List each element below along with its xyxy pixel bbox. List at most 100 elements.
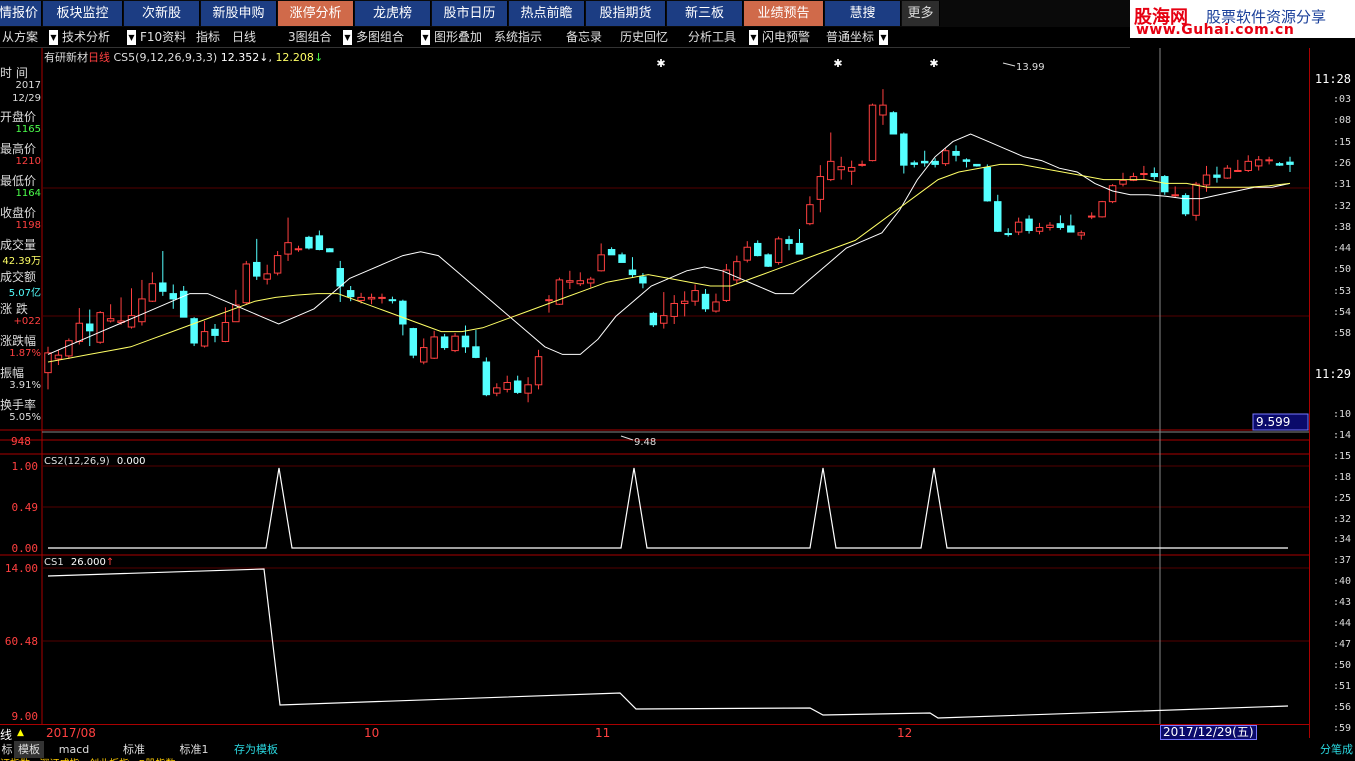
signal-star-3: ✱ — [929, 57, 938, 70]
top-tab-2[interactable]: 次新股 — [124, 1, 200, 26]
dropdown-arrow-icon[interactable]: ▼ — [879, 30, 888, 45]
candle-body — [159, 282, 167, 292]
candle-body — [847, 166, 856, 172]
candle-body — [983, 166, 992, 202]
candle-body — [639, 276, 647, 284]
toolbar-item-5[interactable]: 3图组合 ▼ — [286, 28, 352, 47]
candle-body — [691, 290, 699, 302]
top-tab-8[interactable]: 股指期货 — [586, 1, 666, 26]
top-tab-9[interactable]: 新三板 — [667, 1, 743, 26]
toolbar-item-0[interactable]: 从方案 ▼ — [0, 28, 58, 47]
right-axis-tick: :54 — [1332, 307, 1351, 318]
top-tab-5[interactable]: 龙虎榜 — [355, 1, 431, 26]
candle-body — [503, 382, 511, 390]
candle-body — [660, 315, 668, 324]
toolbar-item-10[interactable]: 历史回忆 — [618, 28, 684, 47]
right-axis-tick: :10 — [1332, 409, 1351, 420]
top-tab-7[interactable]: 热点前瞻 — [509, 1, 585, 26]
dropdown-arrow-icon[interactable]: ▼ — [343, 30, 352, 45]
candle-body — [774, 238, 783, 263]
candle-body — [722, 269, 731, 301]
candle-body — [169, 293, 177, 300]
toolbar-item-7[interactable]: 图形叠加 — [432, 28, 490, 47]
candle-body — [1161, 176, 1169, 193]
toolbar-item-6[interactable]: 多图组合 ▼ — [354, 28, 430, 47]
toolbar-item-label: 闪电预警 — [762, 30, 811, 44]
dropdown-arrow-icon[interactable]: ▼ — [127, 30, 136, 45]
candle-body — [346, 290, 355, 298]
toolbar-item-8[interactable]: 系统指示 — [492, 28, 562, 47]
signal-star-2: ✱ — [833, 57, 842, 70]
main-indicator-value1-arrow: ↓ — [259, 51, 269, 64]
candle-body — [326, 248, 334, 253]
candle-body — [200, 331, 209, 347]
right-axis-time-mid: 11:29 — [1314, 367, 1351, 381]
high-marker-line — [1002, 62, 1016, 67]
top-tab-0[interactable]: 情报价 — [0, 1, 42, 26]
dropdown-arrow-icon[interactable]: ▼ — [49, 30, 58, 45]
price-tag: 9.599 — [1256, 415, 1290, 429]
right-axis-tick: :43 — [1332, 597, 1351, 609]
top-tab-6[interactable]: 股市日历 — [432, 1, 508, 26]
candle-body — [920, 160, 929, 164]
top-tab-12[interactable]: 更多 — [902, 1, 940, 26]
candle-body — [305, 236, 313, 249]
top-tab-4[interactable]: 涨停分析 — [278, 1, 354, 26]
candle-body — [253, 261, 261, 277]
toolbar-item-11[interactable]: 分析工具 ▼ — [686, 28, 758, 47]
candle-body — [1213, 174, 1221, 178]
candle-body — [670, 302, 678, 317]
cs2-value: 0.000 — [116, 456, 146, 467]
toolbar-item-13[interactable]: 普通坐标 ▼ — [824, 28, 888, 47]
right-axis-tick: :32 — [1332, 200, 1351, 212]
toolbar-item-label: 系统指示 — [494, 30, 543, 44]
top-tab-3[interactable]: 新股申购 — [201, 1, 277, 26]
candle-body — [962, 159, 971, 162]
candle-body — [1014, 221, 1023, 233]
candle-body — [388, 299, 397, 302]
right-axis-tick: :47 — [1332, 638, 1351, 650]
toolbar-item-2[interactable]: F10资料 — [138, 28, 192, 47]
candle-body — [795, 242, 804, 255]
candle-body — [952, 150, 960, 156]
candle-body — [1265, 159, 1273, 162]
candle-body — [837, 166, 845, 171]
main-indicator-value2: 12.208 — [275, 51, 314, 64]
chart-area[interactable]: ✱ ✱ ✱ 13.99 9.48 9.599 948 1.00 0.49 0.0… — [0, 48, 1309, 724]
toolbar-item-3[interactable]: 指标 — [194, 28, 228, 47]
toolbar-item-label: 3图组合 — [288, 30, 332, 44]
cs1-y-label-top: 14.00 — [5, 562, 38, 575]
toolbar-item-9[interactable]: 备忘录 — [564, 28, 616, 47]
toolbar-item-4[interactable]: 日线 — [230, 28, 284, 47]
candle-body — [273, 255, 282, 274]
candle-body — [1098, 201, 1106, 218]
dropdown-arrow-icon[interactable]: ▼ — [749, 30, 758, 45]
candle-body — [712, 301, 720, 312]
dropdown-arrow-icon[interactable]: ▼ — [421, 30, 430, 45]
candle-body — [65, 340, 73, 357]
candle-body — [294, 248, 303, 251]
toolbar-item-12[interactable]: 闪电预警 — [760, 28, 822, 47]
right-axis-tick: :40 — [1332, 576, 1351, 588]
candle-body — [378, 296, 386, 299]
candle-body — [868, 104, 877, 162]
right-axis-tick: :26 — [1332, 157, 1351, 169]
candle-body — [607, 249, 616, 256]
x-axis-up-arrow-icon: ▲ — [17, 728, 24, 738]
cs2-y-label-mid: 0.49 — [12, 501, 39, 514]
top-tab-1[interactable]: 板块监控 — [43, 1, 123, 26]
cs1-line — [47, 568, 1289, 719]
top-tab-11[interactable]: 慧搜 — [825, 1, 901, 26]
candle-body — [482, 361, 491, 396]
signal-star-1: ✱ — [656, 57, 665, 70]
candle-body — [545, 299, 553, 302]
top-tab-10[interactable]: 业绩预告 — [744, 1, 824, 26]
candle-body — [889, 112, 898, 135]
candle-body — [409, 328, 418, 356]
candle-body — [138, 298, 146, 323]
candle-body — [86, 323, 94, 332]
candle-body — [566, 280, 574, 283]
candle-body — [1171, 194, 1179, 197]
toolbar-item-1[interactable]: 技术分析 ▼ — [60, 28, 136, 47]
index-ticker: 证指数 · 深证成指 · 创业板指 · B股指数 — [0, 755, 1355, 761]
